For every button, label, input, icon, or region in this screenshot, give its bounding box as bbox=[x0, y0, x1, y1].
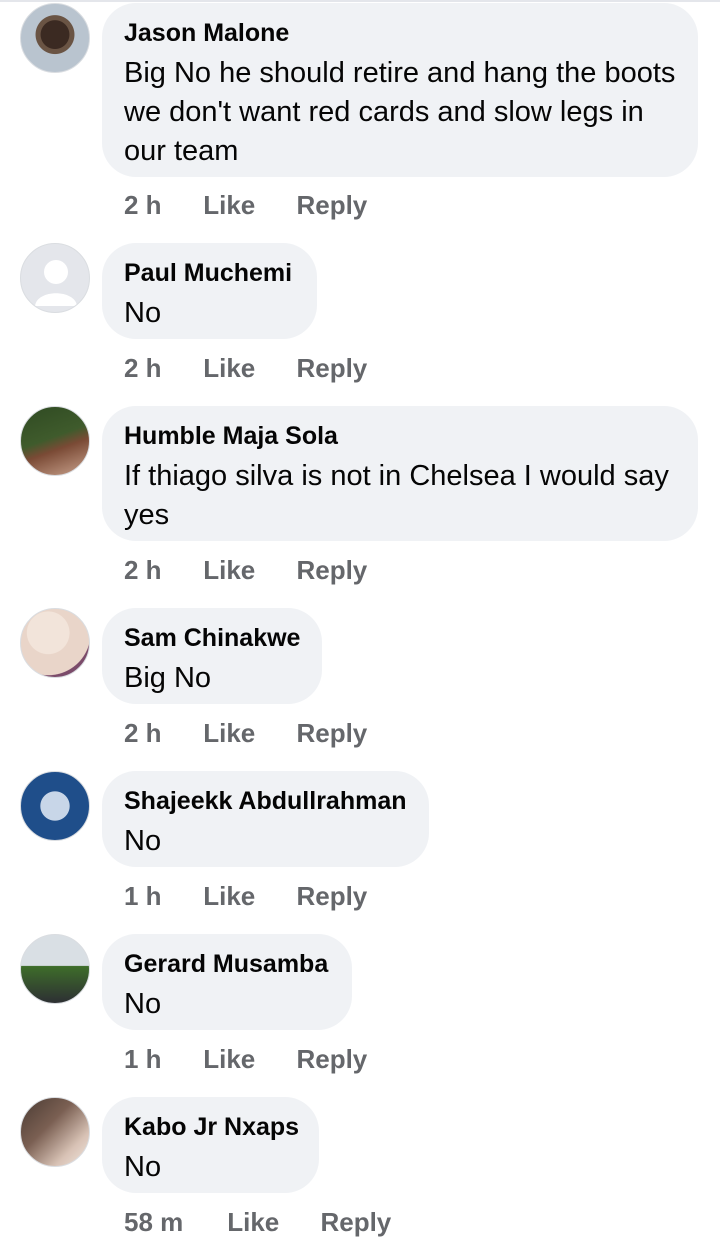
comment-bubble: Gerard Musamba No bbox=[102, 934, 352, 1030]
avatar[interactable] bbox=[20, 934, 90, 1004]
comment-actions: 1 h Like Reply bbox=[124, 1044, 367, 1075]
comment-author[interactable]: Sam Chinakwe bbox=[124, 623, 300, 653]
comment-author[interactable]: Jason Malone bbox=[124, 18, 676, 48]
comment-bubble: Jason Malone Big No he should retire and… bbox=[102, 3, 698, 177]
comment-bubble: Kabo Jr Nxaps No bbox=[102, 1097, 319, 1193]
like-button[interactable]: Like bbox=[203, 881, 289, 912]
comment-author[interactable]: Paul Muchemi bbox=[124, 258, 295, 288]
comment-time[interactable]: 1 h bbox=[124, 1044, 196, 1075]
comment-author[interactable]: Kabo Jr Nxaps bbox=[124, 1112, 299, 1142]
comment-text: Big No he should retire and hang the boo… bbox=[124, 57, 676, 167]
comment-time[interactable]: 2 h bbox=[124, 190, 196, 221]
avatar[interactable] bbox=[20, 608, 90, 678]
reply-button[interactable]: Reply bbox=[296, 1044, 367, 1075]
comment-text: If thiago silva is not in Chelsea I woul… bbox=[124, 460, 669, 531]
like-button[interactable]: Like bbox=[203, 555, 289, 586]
comment-time[interactable]: 2 h bbox=[124, 718, 196, 749]
comment-text: No bbox=[124, 988, 162, 1020]
comment-bubble: Humble Maja Sola If thiago silva is not … bbox=[102, 406, 698, 541]
like-button[interactable]: Like bbox=[203, 353, 289, 384]
comment-bubble: Sam Chinakwe Big No bbox=[102, 608, 322, 704]
comment-author[interactable]: Shajeekk Abdullrahman bbox=[124, 786, 407, 816]
like-button[interactable]: Like bbox=[203, 718, 289, 749]
comment-actions: 2 h Like Reply bbox=[124, 190, 367, 221]
reply-button[interactable]: Reply bbox=[296, 718, 367, 749]
reply-button[interactable]: Reply bbox=[320, 1207, 391, 1238]
comment-actions: 2 h Like Reply bbox=[124, 353, 367, 384]
reply-button[interactable]: Reply bbox=[296, 353, 367, 384]
comment-text: No bbox=[124, 825, 162, 857]
reply-button[interactable]: Reply bbox=[296, 555, 367, 586]
comment-text: Big No bbox=[124, 662, 212, 694]
comment-actions: 2 h Like Reply bbox=[124, 555, 367, 586]
comment-author[interactable]: Humble Maja Sola bbox=[124, 421, 676, 451]
comment-actions: 1 h Like Reply bbox=[124, 881, 367, 912]
comment-actions: 2 h Like Reply bbox=[124, 718, 367, 749]
default-person-icon bbox=[35, 260, 77, 306]
reply-button[interactable]: Reply bbox=[296, 881, 367, 912]
comment-time[interactable]: 2 h bbox=[124, 555, 196, 586]
comment-time[interactable]: 2 h bbox=[124, 353, 196, 384]
avatar[interactable] bbox=[20, 3, 90, 73]
top-divider bbox=[0, 0, 720, 2]
comment-time[interactable]: 1 h bbox=[124, 881, 196, 912]
avatar[interactable] bbox=[20, 771, 90, 841]
comment-author[interactable]: Gerard Musamba bbox=[124, 949, 330, 979]
comment-actions: 58 m Like Reply bbox=[124, 1207, 391, 1238]
comment-bubble: Paul Muchemi No bbox=[102, 243, 317, 339]
like-button[interactable]: Like bbox=[203, 190, 289, 221]
comment-text: No bbox=[124, 297, 162, 329]
like-button[interactable]: Like bbox=[227, 1207, 313, 1238]
comment-bubble: Shajeekk Abdullrahman No bbox=[102, 771, 429, 867]
avatar[interactable] bbox=[20, 243, 90, 313]
reply-button[interactable]: Reply bbox=[296, 190, 367, 221]
like-button[interactable]: Like bbox=[203, 1044, 289, 1075]
comment-time[interactable]: 58 m bbox=[124, 1207, 220, 1238]
avatar[interactable] bbox=[20, 1097, 90, 1167]
comment-text: No bbox=[124, 1151, 162, 1183]
avatar[interactable] bbox=[20, 406, 90, 476]
